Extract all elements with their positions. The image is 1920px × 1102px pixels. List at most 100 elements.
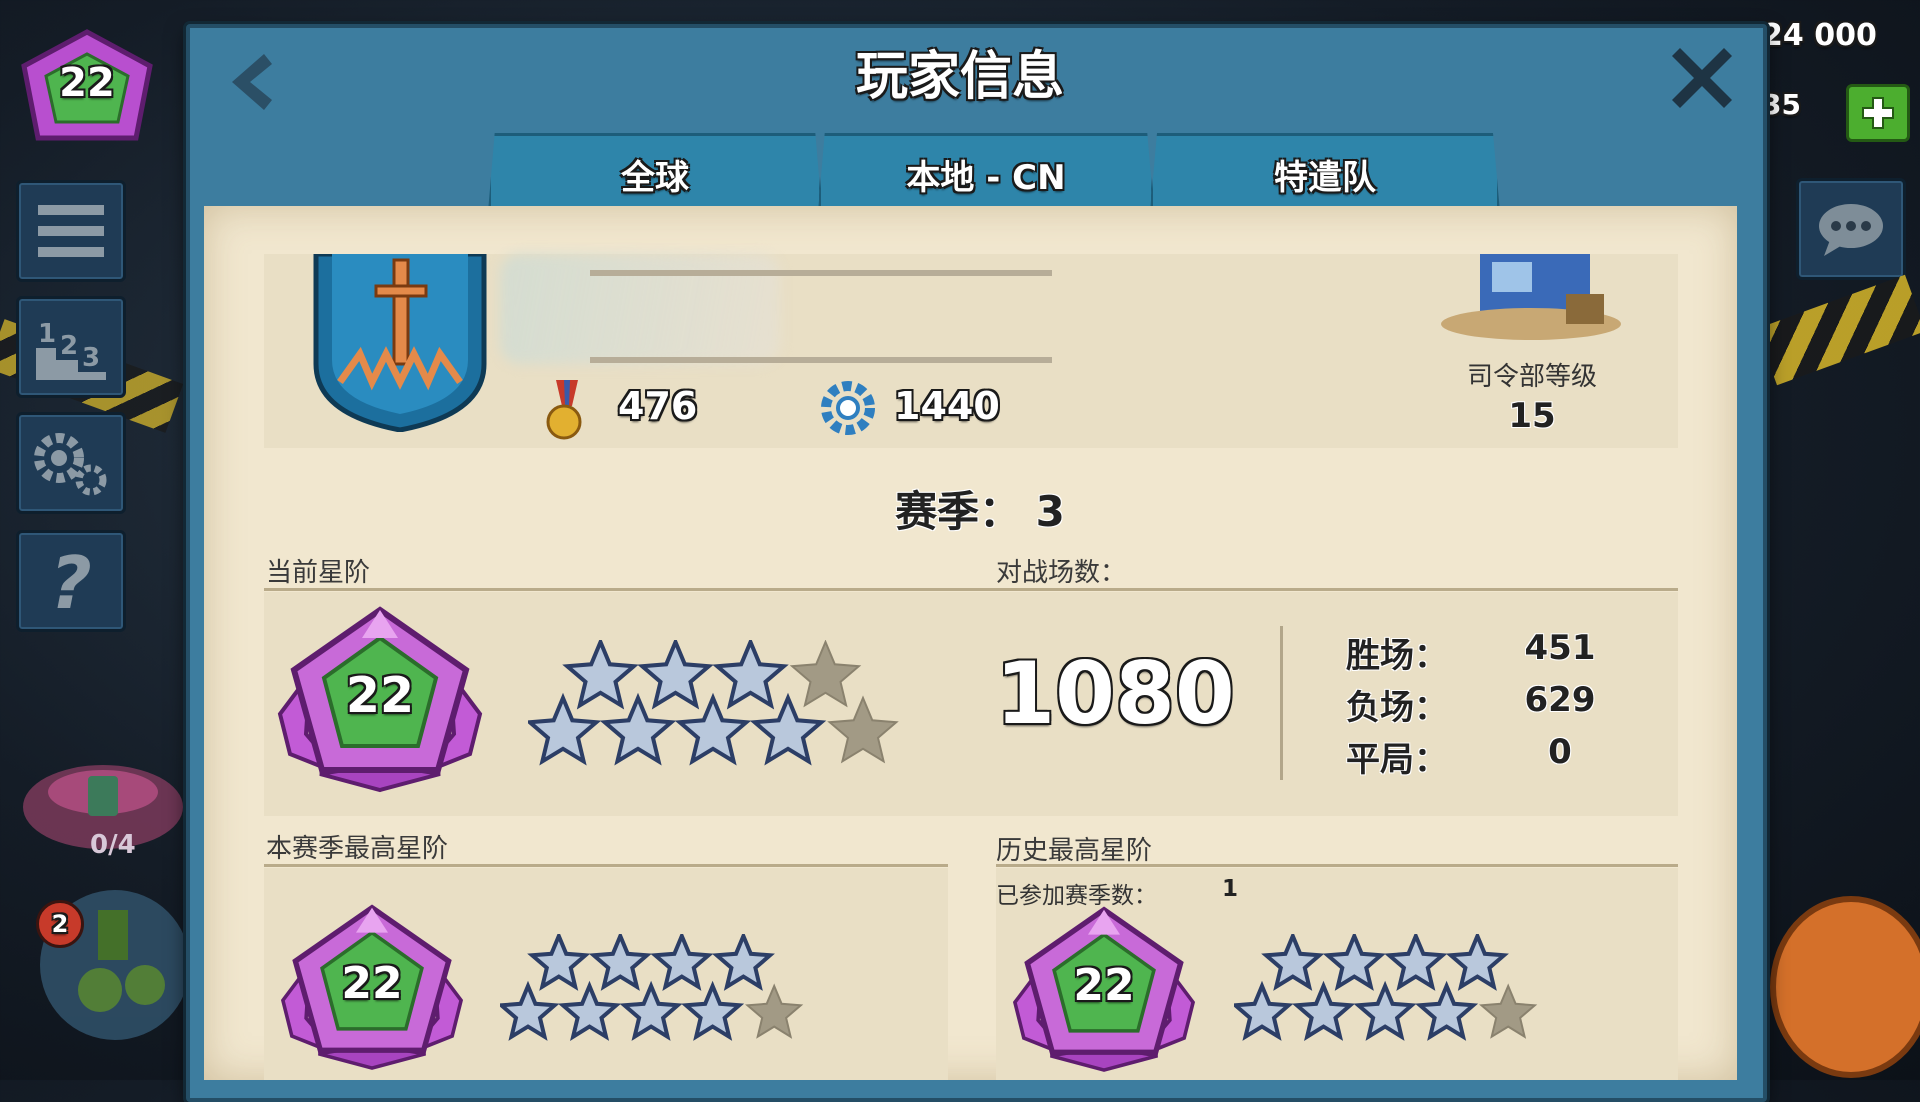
- hq-level: 15: [1508, 396, 1556, 436]
- star-filled-icon: [674, 692, 752, 766]
- star-empty-icon: [789, 640, 862, 708]
- star-filled-icon: [619, 980, 683, 1041]
- hq-label: 司令部等级: [1466, 362, 1597, 392]
- battles-total: 1080: [995, 644, 1235, 744]
- star-filled-icon: [557, 980, 622, 1041]
- hud-menu-button[interactable]: [16, 180, 126, 282]
- sword-shield-icon: [313, 251, 487, 433]
- hud-settings-button[interactable]: [16, 412, 126, 514]
- menu-icon: [38, 205, 104, 257]
- chat-icon: [1819, 204, 1883, 256]
- star-filled-icon: [1261, 934, 1325, 991]
- xp-bar-2: [590, 357, 1052, 363]
- star-empty-icon: [745, 983, 804, 1039]
- dialog-title: 玩家信息: [855, 47, 1064, 107]
- tab-local-label: 本地 - CN: [906, 157, 1066, 198]
- history-best-rule: [996, 864, 1678, 867]
- star-filled-icon: [681, 980, 745, 1041]
- attack-button-edge[interactable]: [1770, 896, 1920, 1078]
- star-filled-icon: [712, 640, 789, 710]
- current-rank-stars: [528, 640, 918, 770]
- history-best-label: 历史最高星阶: [996, 836, 1153, 866]
- svg-text:1: 1: [38, 319, 56, 349]
- headquarters-icon: [1441, 254, 1621, 340]
- hq-building: [1436, 254, 1626, 344]
- losses-value: 629: [1524, 680, 1596, 720]
- settings-icon: [34, 433, 107, 496]
- star-empty-icon: [827, 695, 899, 764]
- help-icon: ?: [50, 546, 92, 616]
- resource-amount-secondary: 35: [1762, 88, 1801, 121]
- season-best-rule: [264, 864, 948, 867]
- svg-text:2: 2: [60, 331, 78, 361]
- intel-count: 1440: [894, 384, 1000, 428]
- back-button[interactable]: [220, 50, 280, 114]
- leaderboard-icon: 1 2 3: [36, 319, 106, 380]
- battles-divider: [1280, 626, 1283, 780]
- close-icon: [1672, 48, 1732, 108]
- svg-text:?: ?: [50, 546, 92, 616]
- losses-label: 负场：: [1346, 688, 1448, 728]
- history-best-level: 22: [1073, 960, 1135, 1011]
- chevron-left-icon: [232, 54, 272, 110]
- hazard-stripe-right: [1756, 274, 1920, 386]
- hud-level-text: 22: [59, 60, 115, 106]
- draws-value: 0: [1548, 732, 1572, 772]
- star-filled-icon: [711, 934, 775, 991]
- chat-button[interactable]: [1796, 178, 1906, 280]
- star-filled-icon: [637, 640, 714, 710]
- taskforce-emblem: [310, 251, 490, 433]
- hud-level-badge[interactable]: 22: [12, 26, 162, 156]
- season-best-level: 22: [341, 958, 403, 1009]
- battles-label: 对战场数：: [996, 558, 1127, 588]
- intel-icon: [820, 380, 876, 436]
- season-label: 赛季： 3: [895, 487, 1065, 536]
- star-filled-icon: [749, 692, 827, 766]
- current-rank-level: 22: [345, 667, 415, 724]
- hud-leaderboard-button[interactable]: 1 2 3: [16, 296, 126, 398]
- history-best-badge: 22: [1006, 904, 1202, 1074]
- tab-global-label: 全球: [621, 157, 689, 198]
- star-filled-icon: [527, 934, 591, 991]
- tab-taskforce-label: 特遣队: [1274, 157, 1376, 198]
- star-filled-icon: [1384, 934, 1448, 991]
- star-filled-icon: [1234, 980, 1294, 1041]
- current-rank-badge: 22: [270, 604, 490, 794]
- season-best-label: 本赛季最高星阶: [266, 834, 449, 864]
- svg-text:3: 3: [82, 343, 100, 373]
- hud-help-button[interactable]: ?: [16, 530, 126, 632]
- tab-global[interactable]: 全球: [488, 133, 822, 212]
- star-filled-icon: [1322, 934, 1386, 991]
- tab-local[interactable]: 本地 - CN: [818, 133, 1154, 212]
- current-rank-label: 当前星阶: [266, 558, 371, 588]
- star-filled-icon: [1291, 980, 1356, 1041]
- troop-count-text: 2: [51, 910, 69, 938]
- add-resource-button[interactable]: [1846, 84, 1910, 142]
- tab-taskforce[interactable]: 特遣队: [1150, 133, 1500, 212]
- close-button[interactable]: [1670, 46, 1734, 110]
- history-best-stars: [1234, 934, 1554, 1044]
- star-filled-icon: [562, 640, 639, 710]
- wins-value: 451: [1524, 628, 1596, 668]
- season-best-badge: 22: [274, 902, 470, 1072]
- season-best-stars: [500, 934, 820, 1044]
- troop-count-badge: 2: [36, 900, 84, 948]
- star-filled-icon: [588, 934, 652, 991]
- star-filled-icon: [650, 934, 714, 991]
- vault-progress: 0/4: [90, 830, 136, 860]
- star-filled-icon: [599, 692, 677, 766]
- medal-count: 476: [618, 384, 698, 428]
- seasons-joined-value: 1: [1222, 876, 1239, 902]
- star-filled-icon: [1445, 934, 1509, 991]
- star-filled-icon: [500, 980, 560, 1041]
- wins-label: 胜场：: [1346, 636, 1448, 676]
- star-empty-icon: [1479, 983, 1538, 1039]
- resource-amount: 24 000: [1762, 18, 1877, 53]
- star-filled-icon: [1353, 980, 1417, 1041]
- star-filled-icon: [1415, 980, 1479, 1041]
- plus-icon: [1862, 97, 1894, 129]
- medal-icon: [542, 380, 592, 440]
- current-rank-rule: [264, 588, 1678, 591]
- star-filled-icon: [528, 692, 602, 766]
- vault-widget[interactable]: 0/4: [18, 752, 188, 872]
